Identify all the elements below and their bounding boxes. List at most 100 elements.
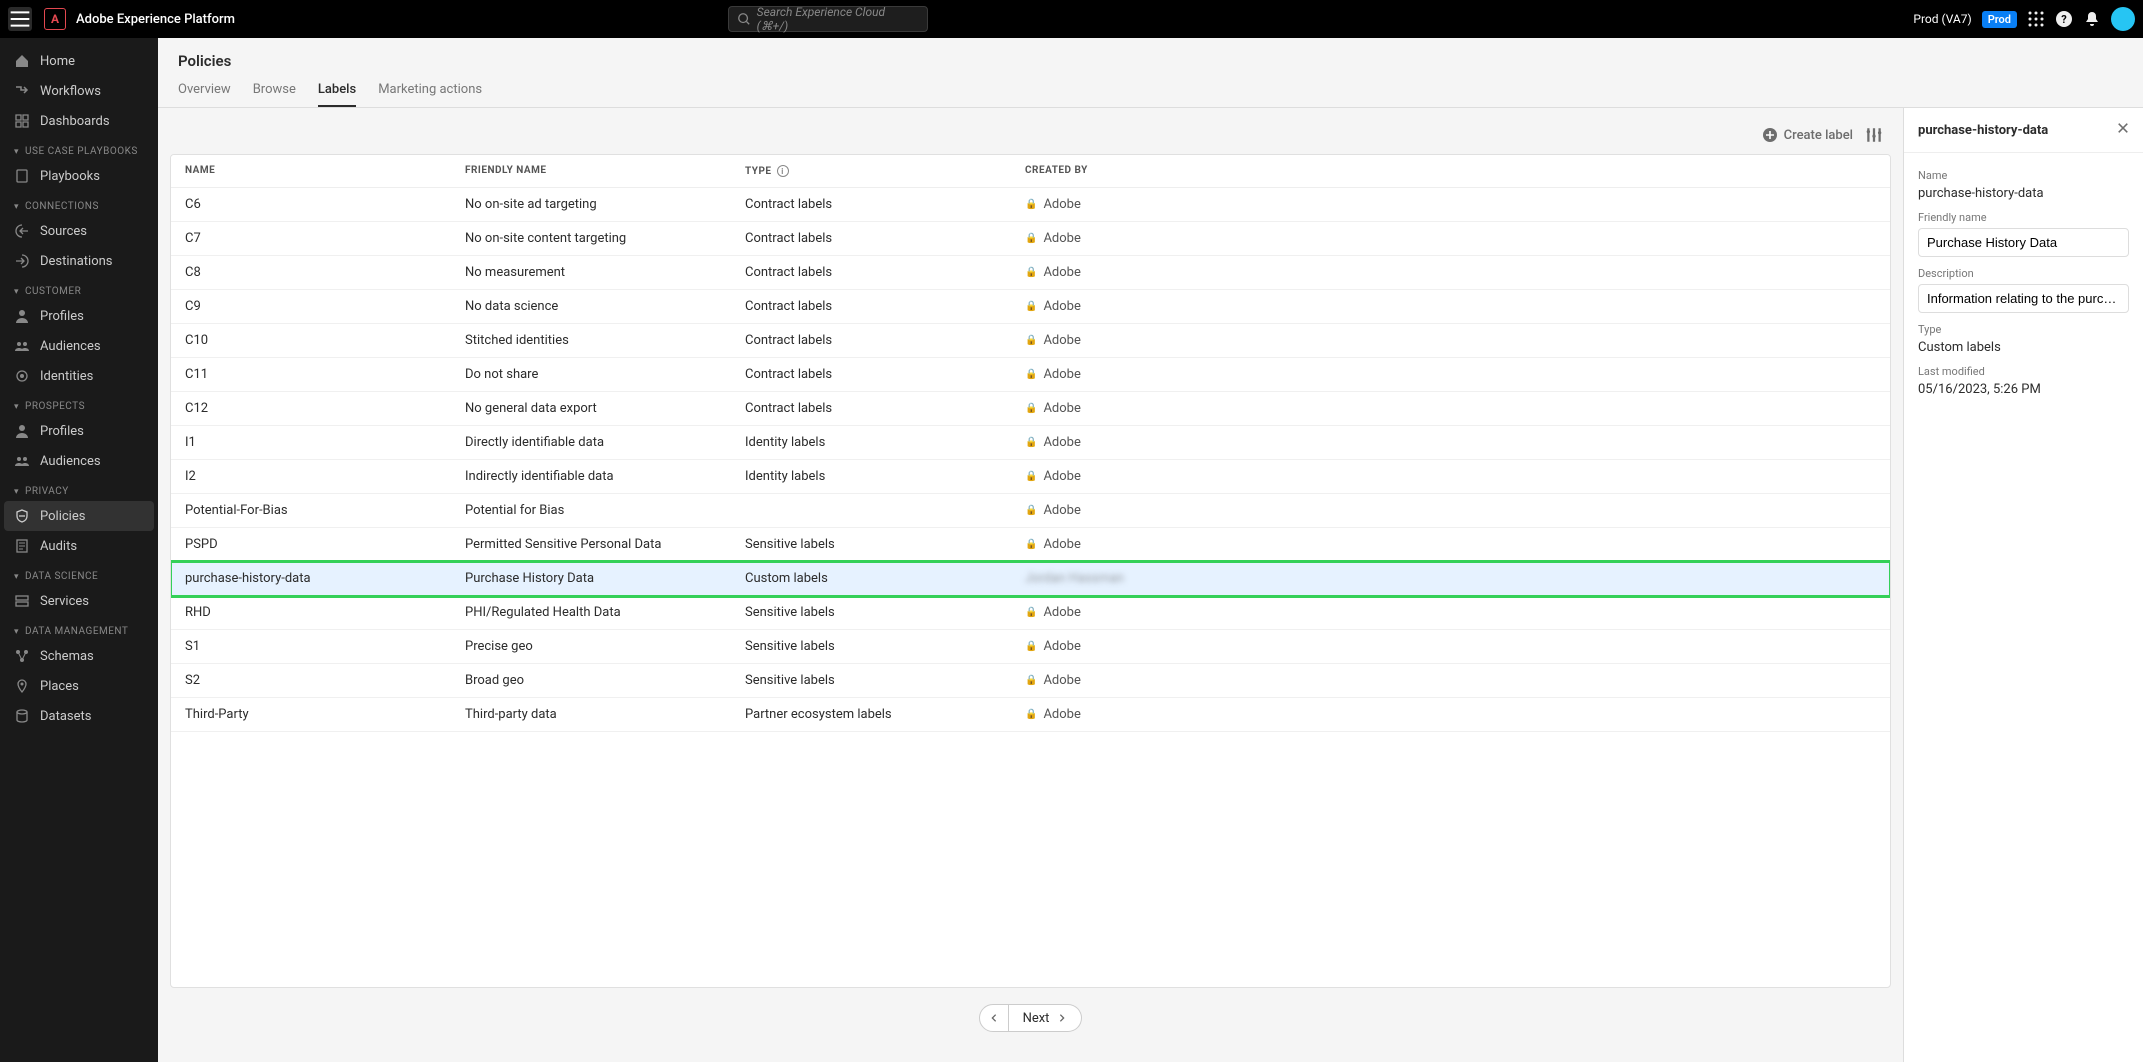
table-row[interactable]: I1Directly identifiable dataIdentity lab…: [171, 426, 1890, 460]
cell-type: Sensitive labels: [745, 639, 1025, 654]
sidebar-item-services[interactable]: Services: [0, 586, 158, 616]
create-label-button[interactable]: Create label: [1762, 127, 1853, 143]
cell-type: Contract labels: [745, 197, 1025, 212]
info-icon[interactable]: i: [777, 165, 789, 177]
sidebar-group-title: USE CASE PLAYBOOKS: [25, 146, 138, 157]
chevron-down-icon: ▾: [14, 202, 19, 212]
lock-icon: 🔒: [1025, 505, 1037, 516]
table-row[interactable]: C9No data scienceContract labels🔒Adobe: [171, 290, 1890, 324]
sidebar-item-sources[interactable]: Sources: [0, 216, 158, 246]
sidebar-item-audiences[interactable]: Audiences: [0, 331, 158, 361]
table-row[interactable]: Potential-For-BiasPotential for Bias🔒Ado…: [171, 494, 1890, 528]
tab-overview[interactable]: Overview: [178, 82, 231, 107]
help-icon[interactable]: ?: [2055, 10, 2073, 28]
sidebar-group-title: CONNECTIONS: [25, 201, 99, 212]
avatar[interactable]: [2111, 7, 2135, 31]
sidebar-item-audits[interactable]: Audits: [0, 531, 158, 561]
cell-name: Potential-For-Bias: [185, 503, 465, 518]
cell-type: Contract labels: [745, 265, 1025, 280]
sidebar-group-title: CUSTOMER: [25, 286, 81, 297]
sidebar-group-connections[interactable]: ▾ CONNECTIONS: [0, 191, 158, 216]
sidebar-item-audiences[interactable]: Audiences: [0, 446, 158, 476]
sidebar-item-label: Profiles: [40, 424, 84, 439]
table-row[interactable]: C7No on-site content targetingContract l…: [171, 222, 1890, 256]
table-row[interactable]: PSPDPermitted Sensitive Personal DataSen…: [171, 528, 1890, 562]
table-row[interactable]: purchase-history-dataPurchase History Da…: [171, 562, 1890, 596]
sidebar-group-privacy[interactable]: ▾PRIVACY: [0, 476, 158, 501]
sidebar-group-data-science[interactable]: ▾DATA SCIENCE: [0, 561, 158, 586]
sidebar-group-data-management[interactable]: ▾DATA MANAGEMENT: [0, 616, 158, 641]
table-row[interactable]: C11Do not shareContract labels🔒Adobe: [171, 358, 1890, 392]
tab-browse[interactable]: Browse: [253, 82, 296, 107]
sidebar-group-customer[interactable]: ▾CUSTOMER: [0, 276, 158, 301]
sidebar-group-use-case-playbooks[interactable]: ▾ USE CASE PLAYBOOKS: [0, 136, 158, 161]
sidebar-item-label: Workflows: [40, 84, 101, 99]
chevron-left-icon: [989, 1013, 999, 1023]
sidebar-item-datasets[interactable]: Datasets: [0, 701, 158, 731]
cell-type: Contract labels: [745, 231, 1025, 246]
lock-icon: 🔒: [1025, 369, 1037, 380]
cell-name: I1: [185, 435, 465, 450]
pager: Next: [170, 988, 1891, 1048]
table-row[interactable]: RHDPHI/Regulated Health DataSensitive la…: [171, 596, 1890, 630]
sidebar-item-workflows[interactable]: Workflows: [0, 76, 158, 106]
lock-icon: 🔒: [1025, 607, 1037, 618]
detail-description-input[interactable]: [1918, 284, 2129, 313]
policies-icon: [14, 508, 30, 524]
close-button[interactable]: [2117, 122, 2129, 138]
bell-icon[interactable]: [2083, 10, 2101, 28]
table-row[interactable]: C12No general data exportContract labels…: [171, 392, 1890, 426]
apps-icon[interactable]: [2027, 10, 2045, 28]
table-row[interactable]: Third-PartyThird-party dataPartner ecosy…: [171, 698, 1890, 732]
cell-name: purchase-history-data: [185, 571, 465, 586]
sidebar-group-prospects[interactable]: ▾PROSPECTS: [0, 391, 158, 416]
table-row[interactable]: S1Precise geoSensitive labels🔒Adobe: [171, 630, 1890, 664]
sidebar-item-label: Home: [40, 54, 75, 69]
detail-modified-label: Last modified: [1918, 365, 2129, 378]
table-row[interactable]: S2Broad geoSensitive labels🔒Adobe: [171, 664, 1890, 698]
sidebar-item-destinations[interactable]: Destinations: [0, 246, 158, 276]
cell-friendly: Do not share: [465, 367, 745, 382]
lock-icon: 🔒: [1025, 471, 1037, 482]
tab-labels[interactable]: Labels: [318, 82, 356, 107]
sidebar-item-profiles[interactable]: Profiles: [0, 416, 158, 446]
chevron-down-icon: ▾: [14, 147, 19, 157]
services-icon: [14, 593, 30, 609]
cell-name: S1: [185, 639, 465, 654]
table-row[interactable]: C6No on-site ad targetingContract labels…: [171, 188, 1890, 222]
detail-type-label: Type: [1918, 323, 2129, 336]
cell-friendly: Potential for Bias: [465, 503, 745, 518]
pager-next-button[interactable]: Next: [1009, 1004, 1083, 1032]
table-row[interactable]: I2Indirectly identifiable dataIdentity l…: [171, 460, 1890, 494]
sidebar-item-schemas[interactable]: Schemas: [0, 641, 158, 671]
table-actions: Create label: [170, 122, 1891, 154]
sidebar-item-policies[interactable]: Policies: [4, 501, 154, 531]
sidebar-item-dashboards[interactable]: Dashboards: [0, 106, 158, 136]
close-icon: [2117, 122, 2129, 134]
sidebar-item-home[interactable]: Home: [0, 46, 158, 76]
table-row[interactable]: C10Stitched identitiesContract labels🔒Ad…: [171, 324, 1890, 358]
pager-prev-button[interactable]: [979, 1004, 1009, 1032]
cell-name: RHD: [185, 605, 465, 620]
cell-type: Sensitive labels: [745, 673, 1025, 688]
search-input[interactable]: Search Experience Cloud (⌘+/): [728, 6, 928, 32]
sidebar-item-profiles[interactable]: Profiles: [0, 301, 158, 331]
sidebar-item-label: Schemas: [40, 649, 94, 664]
sidebar-item-label: Places: [40, 679, 79, 694]
sidebar-item-playbooks[interactable]: Playbooks: [0, 161, 158, 191]
cell-name: C10: [185, 333, 465, 348]
sidebar-item-places[interactable]: Places: [0, 671, 158, 701]
column-settings-button[interactable]: [1865, 126, 1883, 144]
hamburger-menu[interactable]: [8, 7, 32, 31]
col-friendly: FRIENDLY NAME: [465, 165, 745, 177]
sidebar-item-identities[interactable]: Identities: [0, 361, 158, 391]
sidebar-item-label: Sources: [40, 224, 87, 239]
columns-icon: [1865, 126, 1883, 144]
cell-type: [745, 503, 1025, 518]
plus-circle-icon: [1762, 127, 1778, 143]
search-icon: [737, 12, 751, 26]
detail-friendly-input[interactable]: [1918, 228, 2129, 257]
table-row[interactable]: C8No measurementContract labels🔒Adobe: [171, 256, 1890, 290]
tab-marketing-actions[interactable]: Marketing actions: [378, 82, 482, 107]
sidebar-item-label: Destinations: [40, 254, 113, 269]
